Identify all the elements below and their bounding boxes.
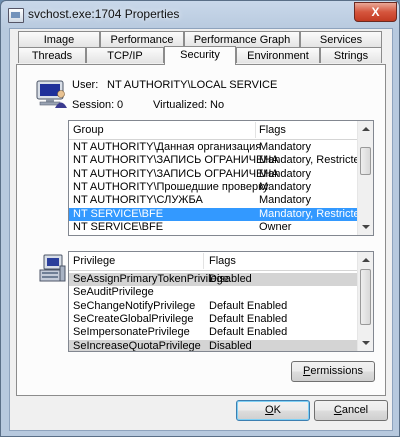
privilege-flags: Disabled xyxy=(209,273,252,285)
tab-threads[interactable]: Threads xyxy=(18,47,86,63)
title-bar[interactable]: svchost.exe:1704 Properties X xyxy=(1,1,399,29)
permissions-button[interactable]: Permissions xyxy=(291,361,375,382)
privileges-scrollbar[interactable] xyxy=(357,252,373,351)
group-name: NT SERVICE\BFE xyxy=(73,220,164,233)
scroll-up-arrow-icon[interactable] xyxy=(362,258,370,262)
group-row[interactable]: NT AUTHORITY\ЗАПИСЬ ОГРАНИЧЕНА Mandatory,… xyxy=(69,154,366,167)
privilege-row[interactable]: SeIncreaseQuotaPrivilege Disabled xyxy=(69,339,357,352)
group-flags: Mandatory, Restricted xyxy=(259,207,366,220)
scroll-down-arrow-icon[interactable] xyxy=(362,341,370,345)
privilege-name: SeImpersonatePrivilege xyxy=(73,326,190,339)
group-row[interactable]: NT SERVICE\BFE Owner xyxy=(69,221,357,234)
tab-performance[interactable]: Performance xyxy=(100,31,184,47)
groups-list[interactable]: Group Flags NT AUTHORITY\Данная организа… xyxy=(68,120,374,236)
column-divider[interactable] xyxy=(203,253,204,269)
privilege-name: SeCreateGlobalPrivilege xyxy=(73,312,194,325)
group-flags: Mandatory xyxy=(259,194,311,207)
group-name: NT AUTHORITY\ЗАПИСЬ ОГРАНИЧЕНА xyxy=(73,154,279,167)
group-row[interactable]: NT SERVICE\BFE Mandatory, Restricted xyxy=(69,207,366,221)
tab-security[interactable]: Security xyxy=(164,46,236,65)
groups-scrollbar[interactable] xyxy=(357,121,373,235)
tab-performance-graph[interactable]: Performance Graph xyxy=(184,31,300,47)
privilege-name: SeChangeNotifyPrivilege xyxy=(73,299,196,312)
privilege-flags: Disabled xyxy=(209,339,252,352)
groups-list-header: Group Flags xyxy=(69,121,357,140)
group-name: NT AUTHORITY\СЛУЖБА xyxy=(73,194,203,207)
properties-window: svchost.exe:1704 Properties X Image Perf… xyxy=(0,0,400,437)
close-button[interactable]: X xyxy=(354,2,397,22)
privilege-flags: Default Enabled xyxy=(209,326,288,339)
flags-column-header[interactable]: Flags xyxy=(259,124,286,136)
privilege-name: SeAssignPrimaryTokenPrivilege xyxy=(73,273,229,285)
privileges-list[interactable]: Privilege Flags SeAssignPrimaryTokenPriv… xyxy=(68,251,374,352)
privilege-name: SeIncreaseQuotaPrivilege xyxy=(73,339,201,352)
scroll-up-arrow-icon[interactable] xyxy=(362,127,370,131)
privileges-icon xyxy=(39,254,66,282)
group-row[interactable]: NT AUTHORITY\ЗАПИСЬ ОГРАНИЧЕНА Mandatory xyxy=(69,168,357,181)
group-name: NT AUTHORITY\Данная организация xyxy=(73,141,262,153)
tab-services[interactable]: Services xyxy=(300,31,382,47)
group-flags: Mandatory xyxy=(259,167,311,180)
session-value: 0 xyxy=(117,99,124,111)
tab-tcp-ip[interactable]: TCP/IP xyxy=(86,47,164,63)
privilege-flags-column-header[interactable]: Flags xyxy=(209,255,236,267)
virtualized-label: Virtualized: xyxy=(153,99,208,111)
scroll-thumb[interactable] xyxy=(360,147,371,175)
privilege-row[interactable]: SeChangeNotifyPrivilege Default Enabled xyxy=(69,300,357,313)
group-name: NT AUTHORITY\Прошедшие проверку xyxy=(73,180,269,193)
group-name: NT SERVICE\BFE xyxy=(73,207,164,220)
privilege-column-header[interactable]: Privilege xyxy=(73,255,115,267)
ok-accelerator: O xyxy=(265,404,274,416)
privilege-row[interactable]: SeCreateGlobalPrivilege Default Enabled xyxy=(69,313,357,326)
cancel-button[interactable]: Cancel xyxy=(314,400,388,421)
privileges-list-header: Privilege Flags xyxy=(69,252,357,271)
dialog-client: Image Performance Performance Graph Serv… xyxy=(9,28,393,431)
privilege-row[interactable]: SeImpersonatePrivilege Default Enabled xyxy=(69,326,357,339)
column-divider[interactable] xyxy=(255,122,256,138)
group-name: NT AUTHORITY\ЗАПИСЬ ОГРАНИЧЕНА xyxy=(73,167,279,180)
ok-button[interactable]: OK xyxy=(236,400,310,421)
group-row[interactable]: NT AUTHORITY\СЛУЖБА Mandatory xyxy=(69,194,357,207)
group-flags: Mandatory xyxy=(259,141,311,153)
group-row[interactable]: NT AUTHORITY\Прошедшие проверку Mandatory xyxy=(69,181,357,194)
group-flags: Owner xyxy=(259,220,292,233)
scroll-thumb[interactable] xyxy=(360,269,371,325)
privilege-flags: Default Enabled xyxy=(209,312,288,325)
tab-strings[interactable]: Strings xyxy=(320,47,382,63)
ok-label: K xyxy=(273,404,281,416)
group-row[interactable]: NT AUTHORITY\Данная организация Mandatory xyxy=(69,141,357,154)
group-flags: Mandatory xyxy=(259,180,311,193)
permissions-label: ermissions xyxy=(310,365,363,377)
tab-image[interactable]: Image xyxy=(18,31,100,47)
user-label: User: xyxy=(72,79,99,91)
cancel-label: ancel xyxy=(341,404,369,416)
app-window-icon xyxy=(8,8,24,23)
scroll-down-arrow-icon[interactable] xyxy=(362,225,370,229)
privilege-flags: Default Enabled xyxy=(209,299,288,312)
group-column-header[interactable]: Group xyxy=(73,124,104,136)
user-value: NT AUTHORITY\LOCAL SERVICE xyxy=(107,79,278,91)
cancel-accelerator: C xyxy=(333,404,342,416)
tab-environment[interactable]: Environment xyxy=(236,47,320,63)
security-tab-panel: User: NT AUTHORITY\LOCAL SERVICE Session… xyxy=(16,64,386,396)
group-flags: Mandatory, Restricted xyxy=(259,154,366,167)
window-title: svchost.exe:1704 Properties xyxy=(28,7,180,21)
session-label: Session: xyxy=(72,99,115,111)
user-computer-icon xyxy=(36,80,67,108)
privilege-name: SeAuditPrivilege xyxy=(73,286,154,299)
privilege-row[interactable]: SeAuditPrivilege xyxy=(69,286,357,299)
virtualized-value: No xyxy=(210,99,225,111)
privilege-row[interactable]: SeAssignPrimaryTokenPrivilege Disabled xyxy=(69,273,357,286)
